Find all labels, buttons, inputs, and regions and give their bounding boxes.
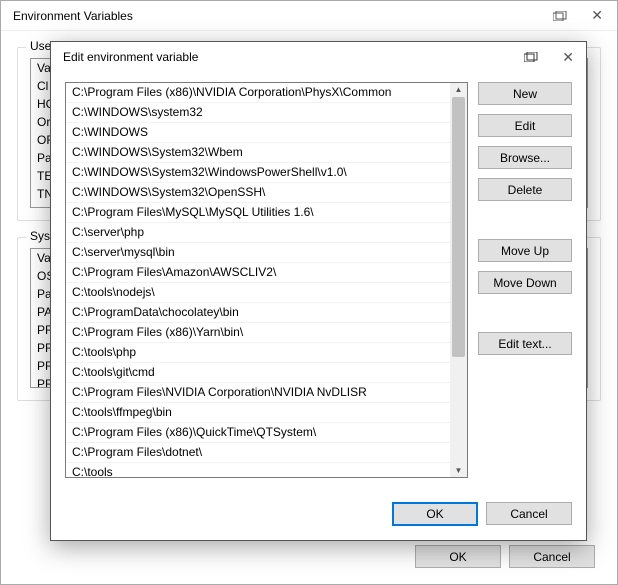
path-item[interactable]: C:\WINDOWS\System32\Wbem [66,143,450,163]
scroll-thumb[interactable] [452,97,465,357]
path-item[interactable]: C:\tools\nodejs\ [66,283,450,303]
parent-title: Environment Variables [9,9,553,23]
path-item[interactable]: C:\Program Files\NVIDIA Corporation\NVID… [66,383,450,403]
cancel-button[interactable]: Cancel [486,502,572,525]
path-item[interactable]: C:\Program Files (x86)\NVIDIA Corporatio… [66,83,450,103]
parent-title-icons: ✕ [553,7,609,24]
path-item[interactable]: C:\WINDOWS\system32 [66,103,450,123]
restore-icon[interactable] [553,11,567,21]
close-icon[interactable]: ✕ [556,49,580,66]
path-item[interactable]: C:\Program Files\MySQL\MySQL Utilities 1… [66,203,450,223]
edit-text-button[interactable]: Edit text... [478,332,572,355]
move-up-button[interactable]: Move Up [478,239,572,262]
path-item[interactable]: C:\Program Files\dotnet\ [66,443,450,463]
child-title: Edit environment variable [57,50,524,64]
delete-button[interactable]: Delete [478,178,572,201]
new-button[interactable]: New [478,82,572,105]
side-buttons: New Edit Browse... Delete Move Up Move D… [478,82,572,478]
path-item[interactable]: C:\WINDOWS [66,123,450,143]
path-item[interactable]: C:\WINDOWS\System32\WindowsPowerShell\v1… [66,163,450,183]
restore-icon[interactable] [524,52,538,62]
cancel-button[interactable]: Cancel [509,545,595,568]
path-item[interactable]: C:\tools\git\cmd [66,363,450,383]
path-item[interactable]: C:\Program Files\Amazon\AWSCLIV2\ [66,263,450,283]
child-title-icons: ✕ [524,49,580,66]
chevron-up-icon[interactable]: ▲ [455,83,463,96]
chevron-down-icon[interactable]: ▼ [455,464,463,477]
child-dialog-buttons: OK Cancel [51,492,586,540]
path-item[interactable]: C:\Program Files (x86)\QuickTime\QTSyste… [66,423,450,443]
path-item[interactable]: C:\server\mysql\bin [66,243,450,263]
edit-button[interactable]: Edit [478,114,572,137]
ok-button[interactable]: OK [392,502,478,526]
child-titlebar: Edit environment variable ✕ [51,42,586,72]
parent-titlebar: Environment Variables ✕ [1,1,617,31]
edit-env-var-dialog: Edit environment variable ✕ C:\Program F… [50,41,587,541]
child-body: C:\Program Files (x86)\NVIDIA Corporatio… [51,72,586,492]
path-item[interactable]: C:\server\php [66,223,450,243]
close-icon[interactable]: ✕ [585,7,609,24]
path-item[interactable]: C:\ProgramData\chocolatey\bin [66,303,450,323]
path-item[interactable]: C:\tools\ffmpeg\bin [66,403,450,423]
scrollbar[interactable]: ▲ ▼ [450,83,467,477]
browse-button[interactable]: Browse... [478,146,572,169]
parent-dialog-buttons: OK Cancel [415,545,595,568]
path-item[interactable]: C:\WINDOWS\System32\OpenSSH\ [66,183,450,203]
path-list[interactable]: C:\Program Files (x86)\NVIDIA Corporatio… [65,82,468,478]
path-item[interactable]: C:\tools [66,463,450,477]
move-down-button[interactable]: Move Down [478,271,572,294]
ok-button[interactable]: OK [415,545,501,568]
path-item[interactable]: C:\Program Files (x86)\Yarn\bin\ [66,323,450,343]
path-item[interactable]: C:\tools\php [66,343,450,363]
